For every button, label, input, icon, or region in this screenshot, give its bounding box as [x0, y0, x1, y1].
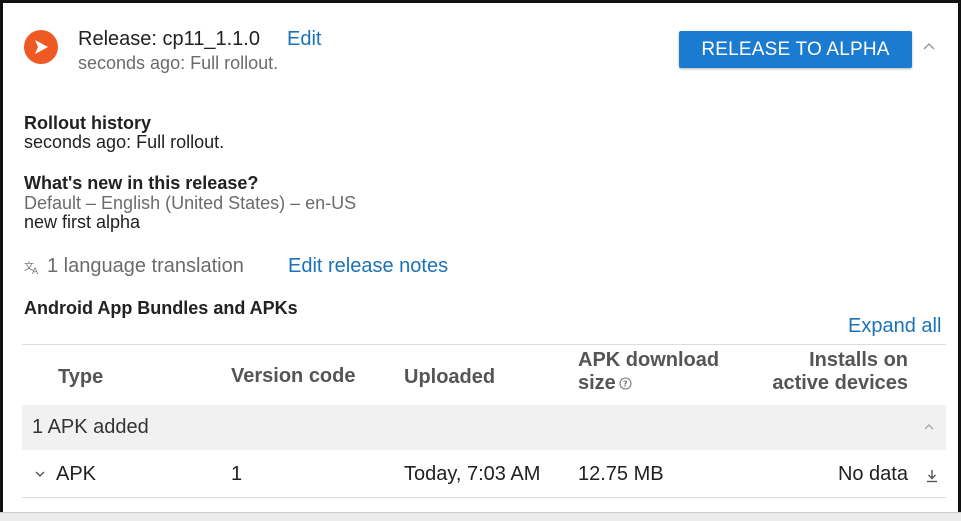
edit-release-link[interactable]: Edit [287, 28, 321, 51]
table-top-divider [22, 344, 946, 345]
column-header-installs[interactable]: Installs on active devices [768, 349, 908, 395]
column-header-uploaded[interactable]: Uploaded [404, 366, 495, 389]
svg-text:A: A [32, 267, 39, 275]
apk-row-version-code: 1 [231, 463, 243, 485]
apk-group-row[interactable]: 1 APK added [22, 405, 946, 450]
release-notes-text: new first alpha [24, 212, 141, 232]
apk-row-type[interactable]: APK [56, 463, 96, 486]
column-header-apk-size-line1: APK download [578, 349, 720, 371]
rollout-history-text: seconds ago: Full rollout. [24, 132, 225, 152]
apk-group-label: 1 APK added [32, 416, 149, 438]
column-header-installs-line1: Installs on [809, 349, 908, 371]
expand-all-link[interactable]: Expand all [848, 315, 941, 338]
release-subtitle: seconds ago: Full rollout. [78, 53, 279, 73]
release-notes-language: Default – English (United States) – en-U… [24, 193, 357, 213]
release-title: Release: cp11_1.1.0 [78, 28, 260, 50]
help-icon[interactable]: ? [619, 373, 632, 390]
column-header-apk-size-line2: size [578, 372, 616, 394]
column-header-installs-line2: active devices [772, 372, 908, 394]
apk-row-installs: No data [837, 463, 908, 485]
table-bottom-divider [22, 497, 946, 498]
app-logo-icon [24, 30, 58, 64]
edit-release-notes-link[interactable]: Edit release notes [288, 255, 448, 278]
chevron-down-icon[interactable] [34, 467, 46, 479]
bundles-heading: Android App Bundles and APKs [24, 298, 298, 318]
download-icon[interactable] [925, 468, 939, 484]
whats-new-heading: What's new in this release? [24, 173, 259, 193]
apk-row-size: 12.75 MB [578, 463, 664, 485]
collapse-card-chevron-up-icon[interactable] [920, 38, 938, 56]
rollout-history-heading: Rollout history [24, 113, 151, 133]
card-footer-band [0, 512, 961, 521]
translation-count: 1 language translation [47, 255, 244, 277]
chevron-up-icon[interactable] [922, 420, 936, 434]
release-to-alpha-button[interactable]: RELEASE TO ALPHA [679, 31, 912, 68]
column-header-apk-size[interactable]: APK download size? [578, 349, 719, 395]
svg-text:?: ? [623, 380, 628, 389]
column-header-version-code[interactable]: Version code [231, 365, 356, 388]
apk-row-uploaded: Today, 7:03 AM [404, 463, 541, 485]
column-header-type[interactable]: Type [58, 366, 103, 389]
translation-row: 文 A 1 language translation [24, 255, 244, 278]
translate-icon: 文 A [24, 259, 40, 277]
